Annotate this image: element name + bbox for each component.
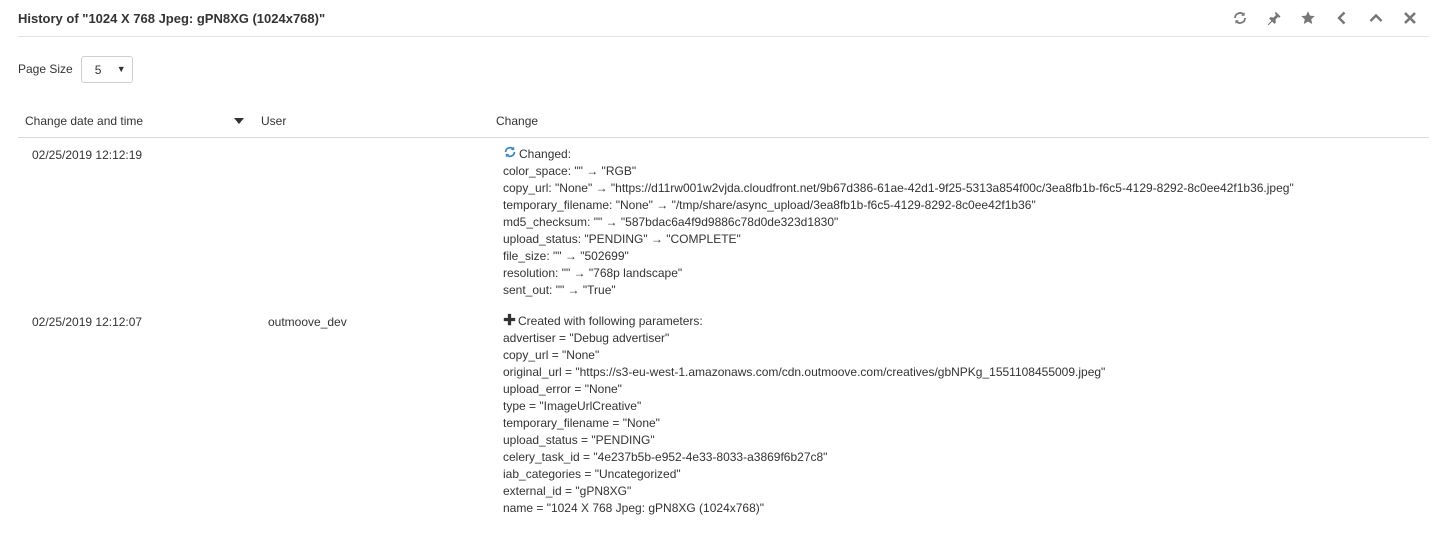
refresh-icon[interactable]	[1229, 9, 1251, 27]
change-line: external_id = "gPN8XG"	[503, 484, 632, 498]
row-date: 02/25/2019 12:12:19	[32, 148, 143, 162]
page-size-value: 5	[94, 62, 102, 77]
change-heading-text: Changed:	[519, 147, 572, 161]
star-icon[interactable]	[1297, 9, 1319, 27]
change-line: color_space: "" → "RGB"	[503, 164, 637, 178]
table-row: 02/25/2019 12:12:19 Changed: color_space…	[18, 138, 1429, 305]
row-date: 02/25/2019 12:12:07	[32, 315, 143, 329]
plus-icon	[503, 313, 518, 331]
change-line: upload_status: "PENDING" → "COMPLETE"	[503, 232, 741, 246]
change-line: type = "ImageUrlCreative"	[503, 399, 642, 413]
sort-descending-icon[interactable]	[234, 118, 244, 124]
chevron-up-icon[interactable]	[1365, 9, 1387, 27]
column-header-change[interactable]: Change	[496, 114, 538, 128]
change-heading: Changed:	[503, 146, 1294, 163]
panel-toolbar	[1229, 9, 1421, 27]
change-line: md5_checksum: "" → "587bdac6a4f9d9886c78…	[503, 215, 839, 229]
change-line: advertiser = "Debug advertiser"	[503, 331, 670, 345]
column-header-user[interactable]: User	[261, 114, 286, 128]
pin-icon[interactable]	[1263, 9, 1285, 27]
page-size-select[interactable]: 5 ▼	[80, 55, 133, 83]
change-line: temporary_filename = "None"	[503, 416, 660, 430]
change-line: upload_error = "None"	[503, 382, 622, 396]
history-table: Change date and time User Change 02/25/2…	[18, 108, 1429, 515]
change-line: original_url = "https://s3-eu-west-1.ama…	[503, 365, 1106, 379]
change-line: copy_url = "None"	[503, 348, 600, 362]
chevron-left-icon[interactable]	[1331, 9, 1353, 27]
change-line: copy_url: "None" → "https://d11rw001w2vj…	[503, 181, 1294, 195]
change-line: temporary_filename: "None" → "/tmp/share…	[503, 198, 1036, 212]
close-icon[interactable]	[1399, 9, 1421, 27]
page-size-label: Page Size	[18, 62, 73, 76]
change-line: resolution: "" → "768p landscape"	[503, 266, 683, 280]
change-line: sent_out: "" → "True"	[503, 283, 616, 297]
change-line: name = "1024 X 768 Jpeg: gPN8XG (1024x76…	[503, 501, 765, 515]
panel-title: History of "1024 X 768 Jpeg: gPN8XG (102…	[18, 11, 326, 26]
chevron-down-icon: ▼	[116, 63, 126, 74]
row-change: Changed: color_space: "" → "RGB" copy_ur…	[503, 146, 1294, 299]
panel-header: History of "1024 X 768 Jpeg: gPN8XG (102…	[18, 0, 1429, 37]
row-change: Created with following parameters: adver…	[503, 313, 1105, 517]
refresh-icon	[503, 145, 519, 164]
change-heading-text: Created with following parameters:	[518, 314, 703, 328]
page-size-control: Page Size 5 ▼	[18, 55, 133, 83]
change-line: iab_categories = "Uncategorized"	[503, 467, 681, 481]
change-line: celery_task_id = "4e237b5b-e952-4e33-803…	[503, 450, 828, 464]
change-line: file_size: "" → "502699"	[503, 249, 629, 263]
table-header: Change date and time User Change	[18, 108, 1429, 138]
row-user: outmoove_dev	[268, 315, 347, 329]
table-row: 02/25/2019 12:12:07 outmoove_dev Created…	[18, 305, 1429, 515]
history-panel: History of "1024 X 768 Jpeg: gPN8XG (102…	[0, 0, 1446, 539]
column-header-date[interactable]: Change date and time	[25, 114, 143, 128]
change-heading: Created with following parameters:	[503, 313, 1105, 330]
change-line: upload_status = "PENDING"	[503, 433, 655, 447]
